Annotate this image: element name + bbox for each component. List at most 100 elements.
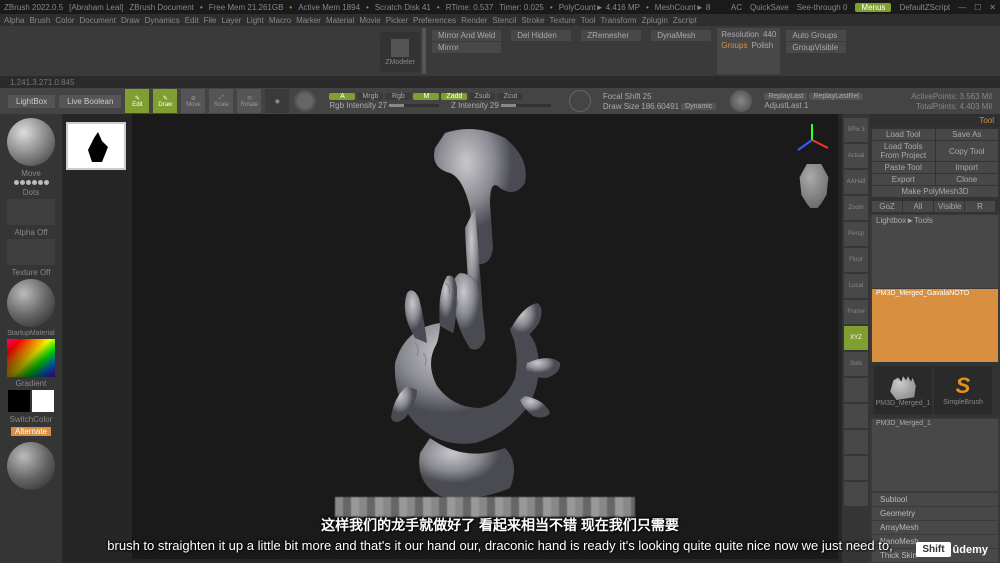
color-swatch-main[interactable]: [8, 390, 30, 412]
visible-button[interactable]: Visible: [934, 201, 964, 212]
view-icon-persp[interactable]: Persp: [844, 222, 868, 246]
lightbox-tools-button[interactable]: Lightbox►Tools: [872, 215, 998, 288]
menu-picker[interactable]: Picker: [386, 16, 408, 25]
menu-movie[interactable]: Movie: [359, 16, 380, 25]
view-icon-floor[interactable]: Floor: [844, 248, 868, 272]
menu-light[interactable]: Light: [246, 16, 263, 25]
tool-thumb-primary[interactable]: PM3D_Merged_1: [874, 366, 932, 414]
mrgb-toggle[interactable]: Mrgb: [357, 93, 383, 100]
switchcolor-button[interactable]: SwitchColor: [10, 415, 53, 424]
polish-toggle[interactable]: Polish: [751, 41, 773, 50]
rgb-intensity-slider[interactable]: [389, 104, 439, 107]
reference-thumbnail[interactable]: [66, 122, 126, 170]
liveboolean-button[interactable]: Live Boolean: [59, 95, 121, 108]
replaylast-button[interactable]: ReplayLast: [764, 93, 807, 100]
all-button[interactable]: All: [903, 201, 933, 212]
zremesher-button[interactable]: ZRemesher: [581, 30, 641, 41]
current-tool-name[interactable]: PM3D_Merged_GavalaNOTO: [872, 289, 998, 362]
draw-size-value[interactable]: 186.60491: [641, 102, 679, 111]
window-close-icon[interactable]: ✕: [989, 3, 996, 12]
view-icon-extra-0[interactable]: [844, 378, 868, 402]
view-icon-frame[interactable]: Frame: [844, 300, 868, 324]
view-icon-extra-1[interactable]: [844, 404, 868, 428]
view-icon-xyz[interactable]: XYZ: [844, 326, 868, 350]
menu-material[interactable]: Material: [326, 16, 354, 25]
copy-tool-button[interactable]: Copy Tool: [936, 141, 999, 161]
menu-dynamics[interactable]: Dynamics: [145, 16, 180, 25]
section-subtool[interactable]: Subtool: [872, 493, 998, 506]
brush-thumbnail[interactable]: [7, 118, 55, 166]
view-icon-extra-3[interactable]: [844, 456, 868, 480]
view-icon-local[interactable]: Local: [844, 274, 868, 298]
dynamesh-button[interactable]: DynaMesh: [651, 30, 711, 41]
default-zscript[interactable]: DefaultZScript: [899, 3, 950, 12]
view-icon-extra-2[interactable]: [844, 430, 868, 454]
make-polymesh3d-button[interactable]: Make PolyMesh3D: [872, 186, 998, 197]
menu-stroke[interactable]: Stroke: [521, 16, 544, 25]
menu-render[interactable]: Render: [461, 16, 487, 25]
zcut-toggle[interactable]: Zcut: [497, 93, 523, 100]
menu-macro[interactable]: Macro: [269, 16, 291, 25]
menu-file[interactable]: File: [204, 16, 217, 25]
gradient-label[interactable]: Gradient: [16, 379, 47, 388]
quicksave-button[interactable]: QuickSave: [750, 3, 789, 12]
zsub-toggle[interactable]: Zsub: [469, 93, 495, 100]
camera-head-icon[interactable]: [796, 164, 832, 208]
view-icon-zoom[interactable]: Zoom: [844, 196, 868, 220]
clone-button[interactable]: Clone: [936, 174, 999, 185]
resolution-value[interactable]: 440: [763, 30, 776, 39]
menu-zplugin[interactable]: Zplugin: [642, 16, 668, 25]
focal-shift-value[interactable]: 25: [643, 92, 652, 101]
zadd-toggle[interactable]: Zadd: [441, 93, 467, 100]
mirror-button[interactable]: Mirror: [432, 42, 501, 53]
z-intensity-value[interactable]: 29: [490, 101, 499, 110]
material-thumbnail[interactable]: [7, 279, 55, 327]
edit-mode-icon[interactable]: ✎Edit: [125, 89, 149, 113]
paste-tool-button[interactable]: Paste Tool: [872, 162, 935, 173]
tool-palette-title[interactable]: Tool: [870, 114, 1000, 127]
menu-edit[interactable]: Edit: [185, 16, 199, 25]
rgb-toggle[interactable]: Rgb: [385, 93, 411, 100]
menu-alpha[interactable]: Alpha: [4, 16, 24, 25]
z-intensity-slider[interactable]: [501, 104, 551, 107]
menu-preferences[interactable]: Preferences: [413, 16, 456, 25]
menus-button[interactable]: Menus: [855, 3, 891, 12]
mirror-weld-button[interactable]: Mirror And Weld: [432, 30, 501, 41]
groups-toggle[interactable]: Groups: [721, 41, 747, 50]
view-icon-spix3[interactable]: SPix 3: [844, 118, 868, 142]
texture-thumbnail[interactable]: [7, 239, 55, 265]
load-tools-from-project-button[interactable]: Load Tools From Project: [872, 141, 935, 161]
save-as-button[interactable]: Save As: [936, 129, 999, 140]
secondary-material-thumbnail[interactable]: [7, 442, 55, 490]
menu-marker[interactable]: Marker: [296, 16, 321, 25]
tool-thumb-simplebrush[interactable]: S SimpleBrush: [934, 366, 992, 414]
color-picker[interactable]: [7, 339, 55, 377]
menu-brush[interactable]: Brush: [29, 16, 50, 25]
del-hidden-button[interactable]: Del Hidden: [511, 30, 571, 41]
menu-color[interactable]: Color: [55, 16, 74, 25]
menu-layer[interactable]: Layer: [221, 16, 241, 25]
menu-texture[interactable]: Texture: [550, 16, 576, 25]
view-icon-extra-4[interactable]: [844, 482, 868, 506]
export-button[interactable]: Export: [872, 174, 935, 185]
menu-transform[interactable]: Transform: [600, 16, 636, 25]
axis-gizmo[interactable]: [792, 120, 832, 160]
load-tool-button[interactable]: Load Tool: [872, 129, 935, 140]
import-button[interactable]: Import: [936, 162, 999, 173]
draw-mode-icon[interactable]: ✎Draw: [153, 89, 177, 113]
cursor-size-icon[interactable]: [569, 90, 591, 112]
alternate-button[interactable]: Alternate: [11, 427, 51, 436]
alpha-thumbnail[interactable]: [7, 199, 55, 225]
sculptris-icon[interactable]: [293, 89, 317, 113]
window-max-icon[interactable]: ☐: [974, 3, 981, 12]
menu-document[interactable]: Document: [80, 16, 116, 25]
goz-button[interactable]: GoZ: [872, 201, 902, 212]
zmodeler-icon[interactable]: ZModeler: [380, 32, 420, 72]
viewport[interactable]: [132, 114, 838, 559]
view-icon-aahalf[interactable]: AAHalf: [844, 170, 868, 194]
view-icon-solo[interactable]: Solo: [844, 352, 868, 376]
rotate-mode-icon[interactable]: ⟲Rotate: [237, 89, 261, 113]
menu-draw[interactable]: Draw: [121, 16, 140, 25]
dynamic-toggle[interactable]: Dynamic: [681, 103, 716, 110]
groupvisible-button[interactable]: GroupVisible: [786, 42, 846, 53]
